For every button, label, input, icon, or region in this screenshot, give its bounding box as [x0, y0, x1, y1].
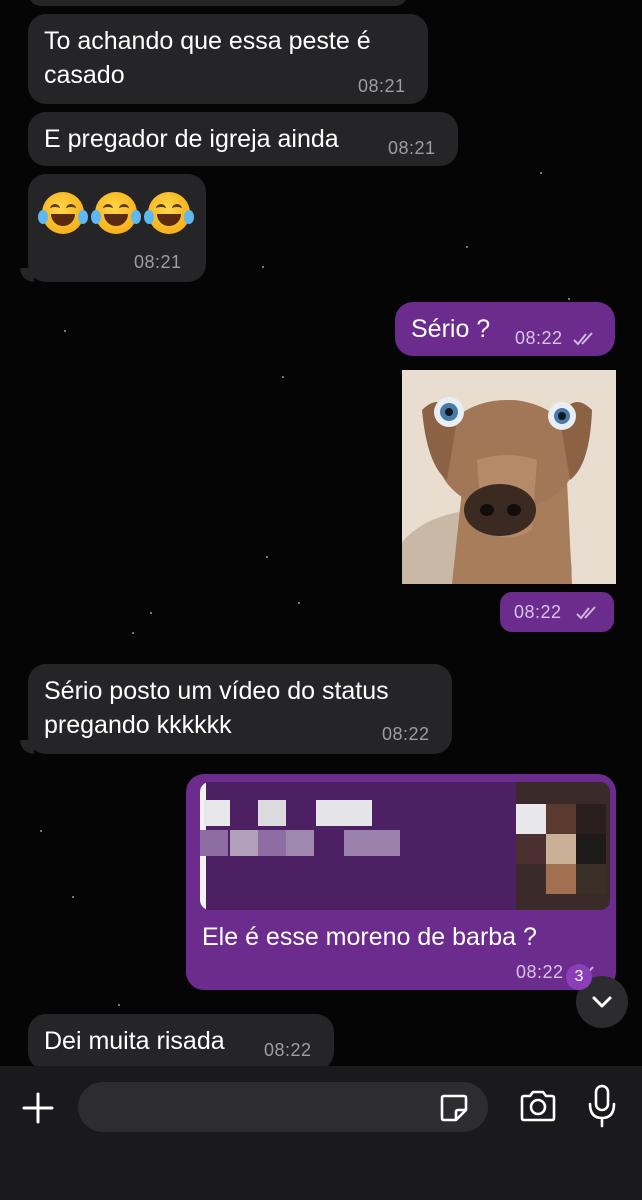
message-time: 08:21	[388, 138, 436, 158]
message-bubble-cutoff[interactable]	[28, 0, 408, 6]
face-with-tears-of-joy-icon	[91, 192, 141, 234]
message-text: E pregador de igreja ainda	[44, 125, 339, 153]
message-text: Ele é esse moreno de barba ?	[202, 923, 537, 951]
message-text: Sério posto um vídeo do status	[44, 677, 389, 705]
message-bubble-incoming[interactable]: E pregador de igreja ainda 08:21	[28, 112, 458, 166]
message-time: 08:22	[264, 1040, 312, 1060]
unread-count-badge: 3	[566, 964, 592, 990]
image-time-pill: 08:22	[500, 592, 614, 632]
message-time: 08:22	[516, 962, 564, 982]
microphone-icon[interactable]	[586, 1084, 618, 1128]
message-bubble-incoming[interactable]: 08:21	[28, 174, 206, 282]
dog-meme-image[interactable]	[402, 370, 616, 584]
message-input[interactable]	[78, 1082, 488, 1132]
read-receipt-icon	[573, 332, 593, 346]
message-text: Sério ?	[411, 315, 491, 343]
plus-icon[interactable]	[20, 1090, 56, 1126]
sticker-icon[interactable]	[438, 1092, 470, 1124]
message-time: 08:21	[134, 252, 182, 272]
message-bubble-incoming[interactable]: Dei muita risada 08:22	[28, 1014, 334, 1070]
message-text: pregando kkkkkk	[44, 711, 232, 739]
read-receipt-icon	[576, 606, 596, 620]
message-bubble-incoming[interactable]: To achando que essa peste é casado 08:21	[28, 14, 428, 104]
face-with-tears-of-joy-icon	[38, 192, 88, 234]
message-time: 08:22	[382, 724, 430, 744]
message-text: casado	[44, 61, 125, 89]
quoted-message-preview[interactable]	[200, 782, 610, 910]
message-text: Dei muita risada	[44, 1027, 225, 1055]
face-with-tears-of-joy-icon	[144, 192, 194, 234]
message-bubble-incoming[interactable]: Sério posto um vídeo do status pregando …	[28, 664, 452, 754]
message-time: 08:22	[515, 328, 563, 348]
message-time: 08:21	[358, 76, 406, 96]
message-time: 08:22	[514, 602, 562, 622]
message-text: To achando que essa peste é	[44, 27, 371, 55]
message-bubble-outgoing[interactable]: Sério ? 08:22	[395, 302, 615, 356]
camera-icon[interactable]	[518, 1088, 558, 1124]
